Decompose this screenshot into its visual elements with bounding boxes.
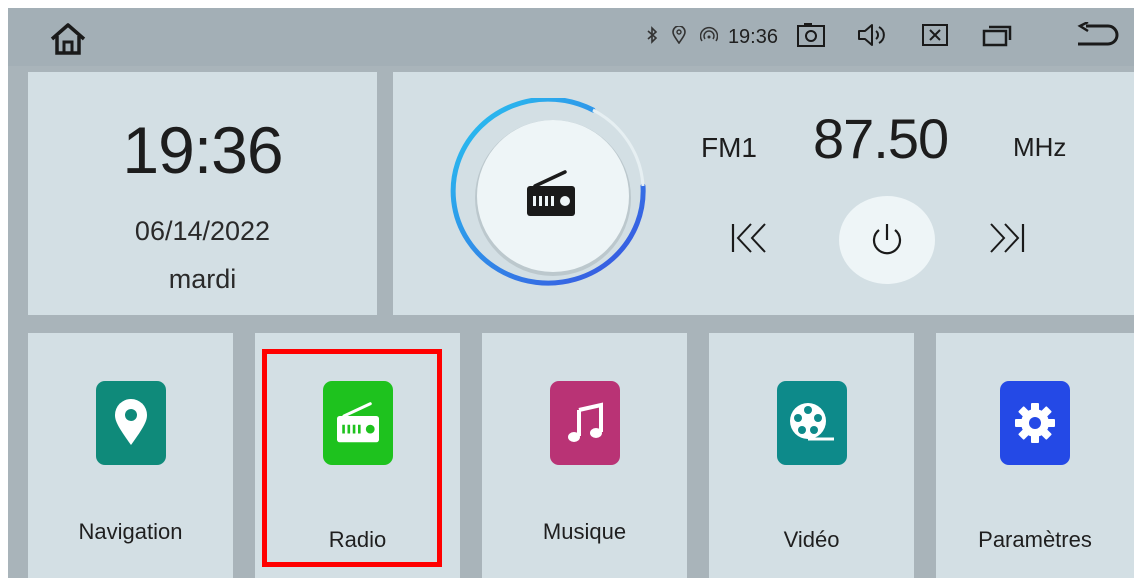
app-tile-radio[interactable]: Radio xyxy=(255,333,460,578)
radio-dial[interactable] xyxy=(443,96,663,294)
app-tile-video[interactable]: Vidéo xyxy=(709,333,914,578)
volume-icon[interactable] xyxy=(856,22,886,53)
radio-widget[interactable]: FM1 87.50 MHz xyxy=(393,72,1134,315)
location-icon xyxy=(672,24,686,49)
radio-icon xyxy=(525,170,577,223)
home-icon[interactable] xyxy=(48,22,88,56)
back-icon[interactable] xyxy=(1076,20,1120,53)
screenshot-icon[interactable] xyxy=(796,22,826,53)
clock-date: 06/14/2022 xyxy=(134,216,271,246)
clock-day: mardi xyxy=(168,264,237,294)
skip-next-icon[interactable] xyxy=(987,220,1027,261)
radio-icon xyxy=(322,381,393,465)
close-app-icon[interactable] xyxy=(922,23,948,52)
hotspot-icon xyxy=(699,26,719,49)
recent-apps-icon[interactable] xyxy=(982,23,1012,52)
status-icons: 19:36 xyxy=(646,8,1134,66)
app-label: Vidéo xyxy=(783,527,840,552)
app-tile-settings[interactable]: Paramètres xyxy=(936,333,1134,578)
radio-unit: MHz xyxy=(1013,132,1067,162)
car-head-unit-screen: 19:36 19:36 06/14/2022 mardi FM1 87.50 M… xyxy=(8,8,1134,578)
music-note-icon xyxy=(549,381,620,465)
radio-band: FM1 xyxy=(701,132,757,163)
app-label: Navigation xyxy=(78,519,183,544)
bluetooth-icon xyxy=(646,25,658,49)
radio-frequency: 87.50 xyxy=(813,107,949,170)
film-reel-icon xyxy=(776,381,847,465)
power-button[interactable] xyxy=(839,196,935,284)
app-tile-music[interactable]: Musique xyxy=(482,333,687,578)
gear-icon xyxy=(1000,381,1070,465)
app-label: Musique xyxy=(542,519,627,544)
skip-previous-icon[interactable] xyxy=(729,220,769,261)
clock-widget[interactable]: 19:36 06/14/2022 mardi xyxy=(28,72,377,315)
power-icon xyxy=(867,220,907,265)
app-tile-navigation[interactable]: Navigation xyxy=(28,333,233,578)
clock-time: 19:36 xyxy=(122,113,283,187)
status-bar: 19:36 xyxy=(8,8,1134,66)
app-label: Radio xyxy=(328,527,387,552)
app-label: Paramètres xyxy=(978,527,1092,552)
status-time: 19:36 xyxy=(727,25,778,48)
map-pin-icon xyxy=(95,381,166,465)
